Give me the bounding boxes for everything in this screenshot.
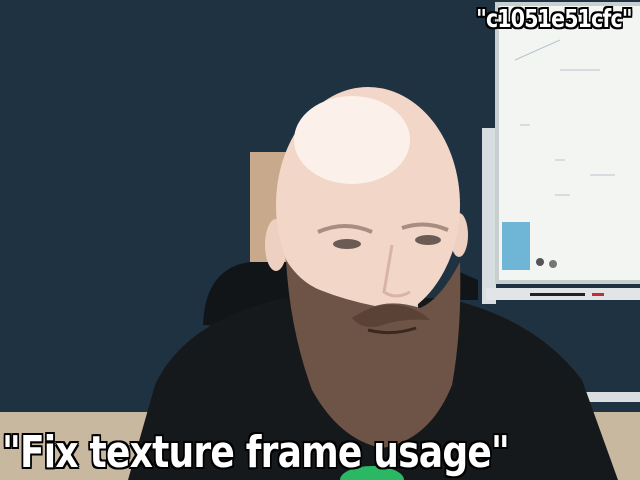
- head-highlight: [294, 96, 410, 184]
- commit-message-caption: "Fix texture frame usage": [2, 427, 510, 478]
- webcam-frame: "c1051e51cfc" "Fix texture frame usage": [0, 0, 640, 480]
- commit-hash-caption: "c1051e51cfc": [476, 4, 632, 33]
- photo-scene: [0, 0, 640, 480]
- left-eye: [333, 239, 361, 249]
- right-eye: [415, 235, 441, 245]
